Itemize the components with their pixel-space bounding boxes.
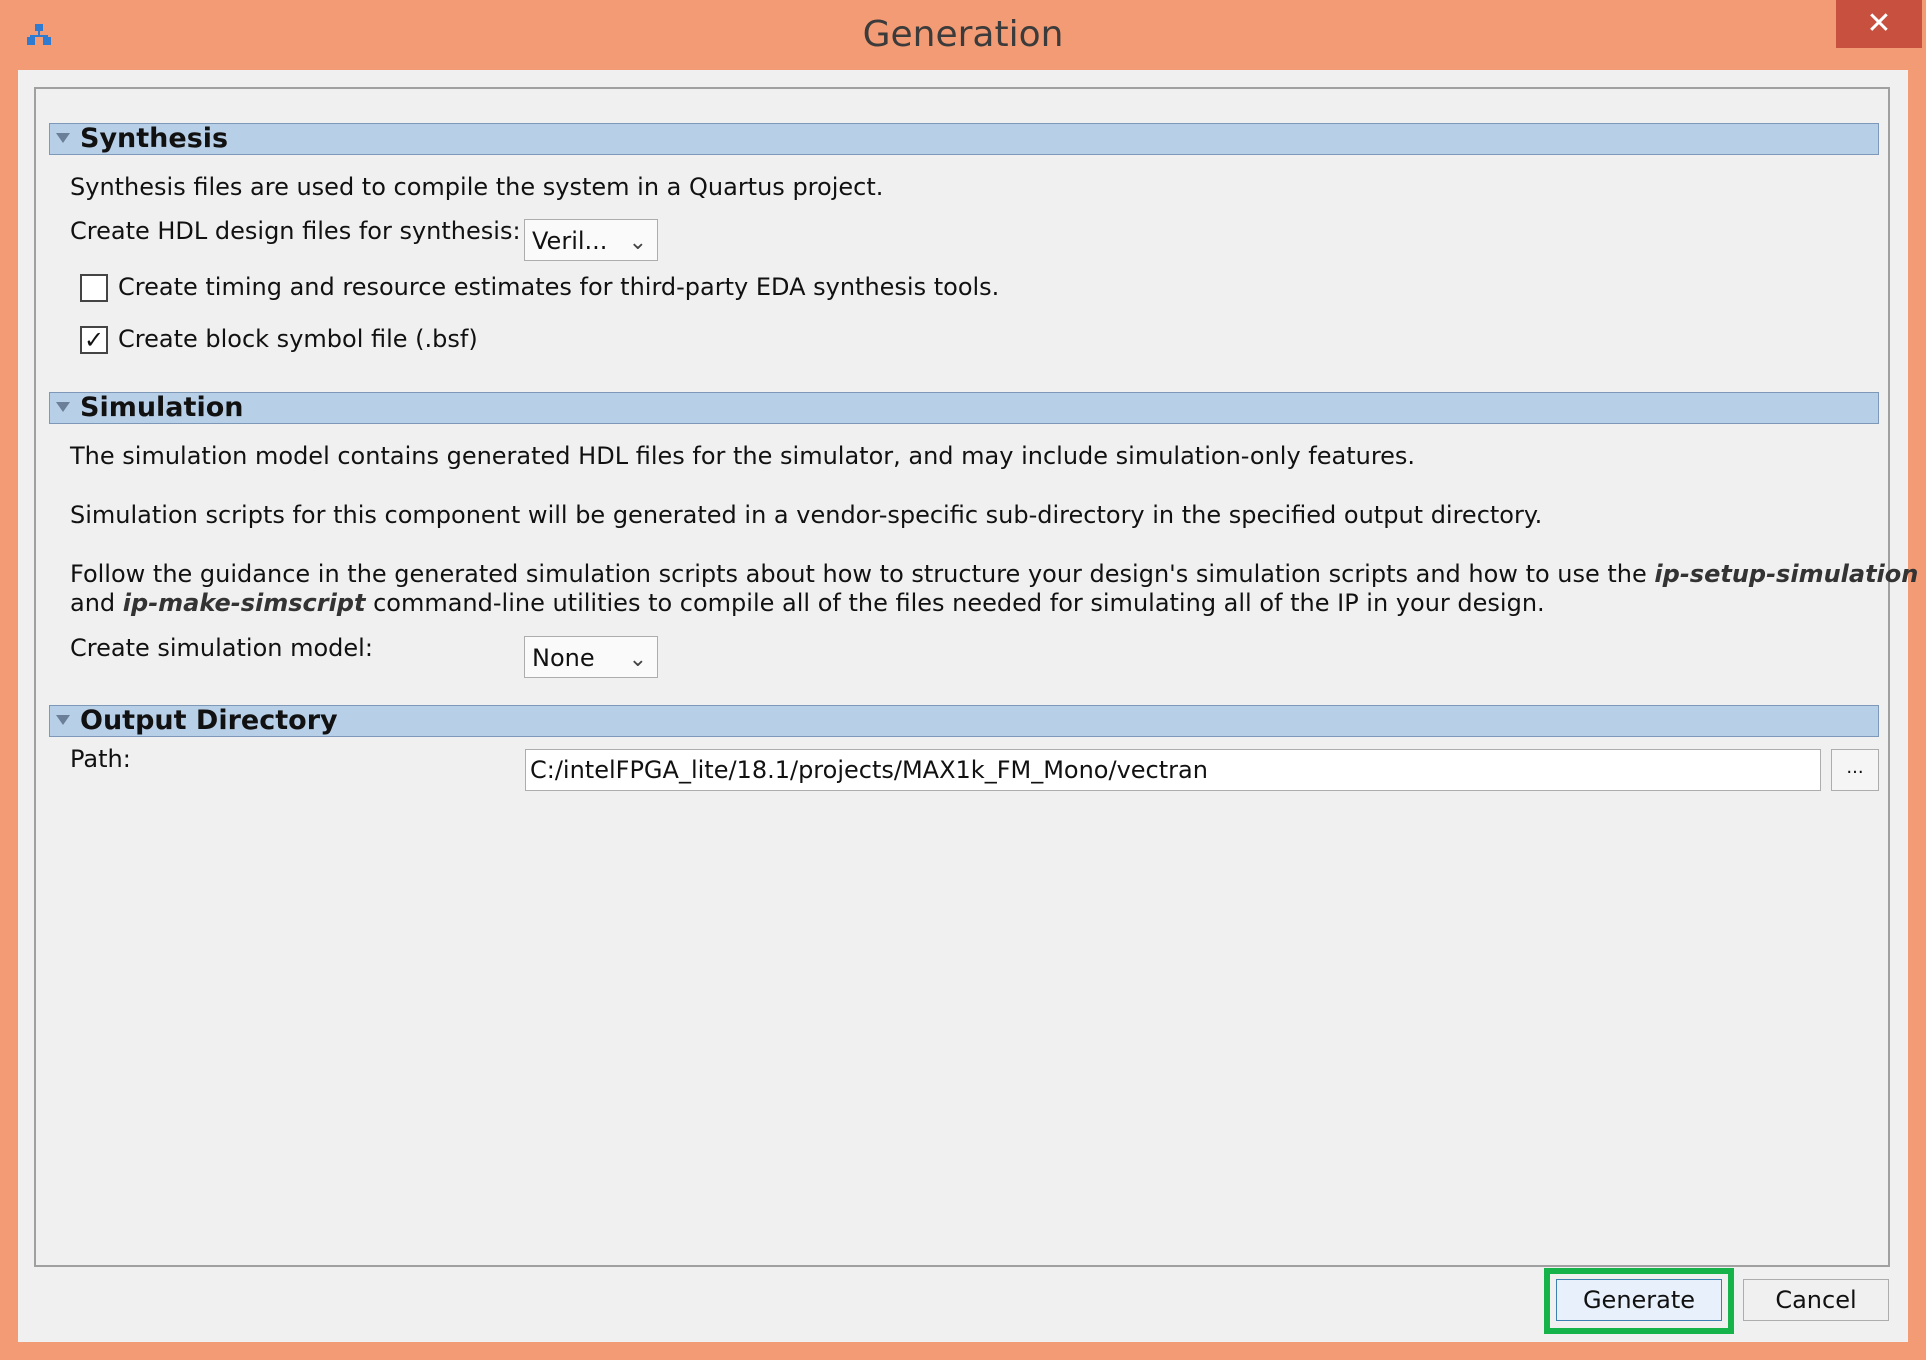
collapse-triangle-icon	[56, 715, 70, 725]
chevron-down-icon: ⌄	[628, 647, 647, 672]
collapse-triangle-icon	[56, 402, 70, 412]
generate-button[interactable]: Generate	[1556, 1279, 1722, 1321]
synthesis-header-label: Synthesis	[80, 123, 229, 154]
cancel-button[interactable]: Cancel	[1743, 1279, 1889, 1321]
simulation-scripts-description: Simulation scripts for this component wi…	[70, 501, 1543, 529]
simulation-model-value: None	[532, 644, 595, 672]
timing-estimates-label: Create timing and resource estimates for…	[118, 273, 1000, 301]
guidance-text: command-line utilities to compile all of…	[365, 589, 1545, 617]
simulation-model-description: The simulation model contains generated …	[70, 442, 1416, 470]
block-symbol-checkbox[interactable]: ✓	[80, 326, 108, 354]
collapse-triangle-icon	[56, 133, 70, 143]
output-directory-header-label: Output Directory	[80, 705, 338, 736]
hdl-design-files-label: Create HDL design files for synthesis:	[70, 217, 521, 245]
output-path-input[interactable]: C:/intelFPGA_lite/18.1/projects/MAX1k_FM…	[525, 749, 1821, 791]
guidance-text: Follow the guidance in the generated sim…	[70, 560, 1655, 588]
simulation-guidance-line1: Follow the guidance in the generated sim…	[70, 560, 1918, 588]
chevron-down-icon: ⌄	[628, 230, 647, 255]
output-directory-section-header[interactable]: Output Directory	[49, 705, 1879, 737]
hdl-language-dropdown[interactable]: Veril... ⌄	[524, 219, 658, 261]
browse-button[interactable]: ...	[1831, 749, 1879, 791]
close-button[interactable]: ✕	[1836, 0, 1922, 48]
simulation-model-label: Create simulation model:	[70, 634, 373, 662]
block-symbol-label: Create block symbol file (.bsf)	[118, 325, 478, 353]
timing-estimates-checkbox[interactable]	[80, 274, 108, 302]
guidance-text: and	[70, 589, 123, 617]
window-title: Generation	[862, 14, 1064, 55]
dialog-body: Synthesis Synthesis files are used to co…	[18, 70, 1918, 1342]
close-icon: ✕	[1866, 6, 1892, 41]
synthesis-section-header[interactable]: Synthesis	[49, 123, 1879, 155]
simulation-model-dropdown[interactable]: None ⌄	[524, 636, 658, 678]
settings-panel: Synthesis Synthesis files are used to co…	[34, 87, 1918, 1267]
hdl-language-value: Veril...	[532, 227, 608, 255]
simulation-section-header[interactable]: Simulation	[49, 392, 1879, 424]
path-label: Path:	[70, 745, 131, 773]
title-bar: Generation ✕	[0, 0, 1926, 70]
ip-make-simscript-text: ip-make-simscript	[122, 589, 366, 617]
synthesis-description: Synthesis files are used to compile the …	[70, 173, 884, 201]
simulation-guidance-line2: and ip-make-simscript command-line utili…	[70, 589, 1545, 617]
ip-setup-simulation-text: ip-setup-simulation	[1654, 560, 1919, 588]
checkmark-icon: ✓	[83, 326, 105, 354]
simulation-header-label: Simulation	[80, 392, 244, 423]
